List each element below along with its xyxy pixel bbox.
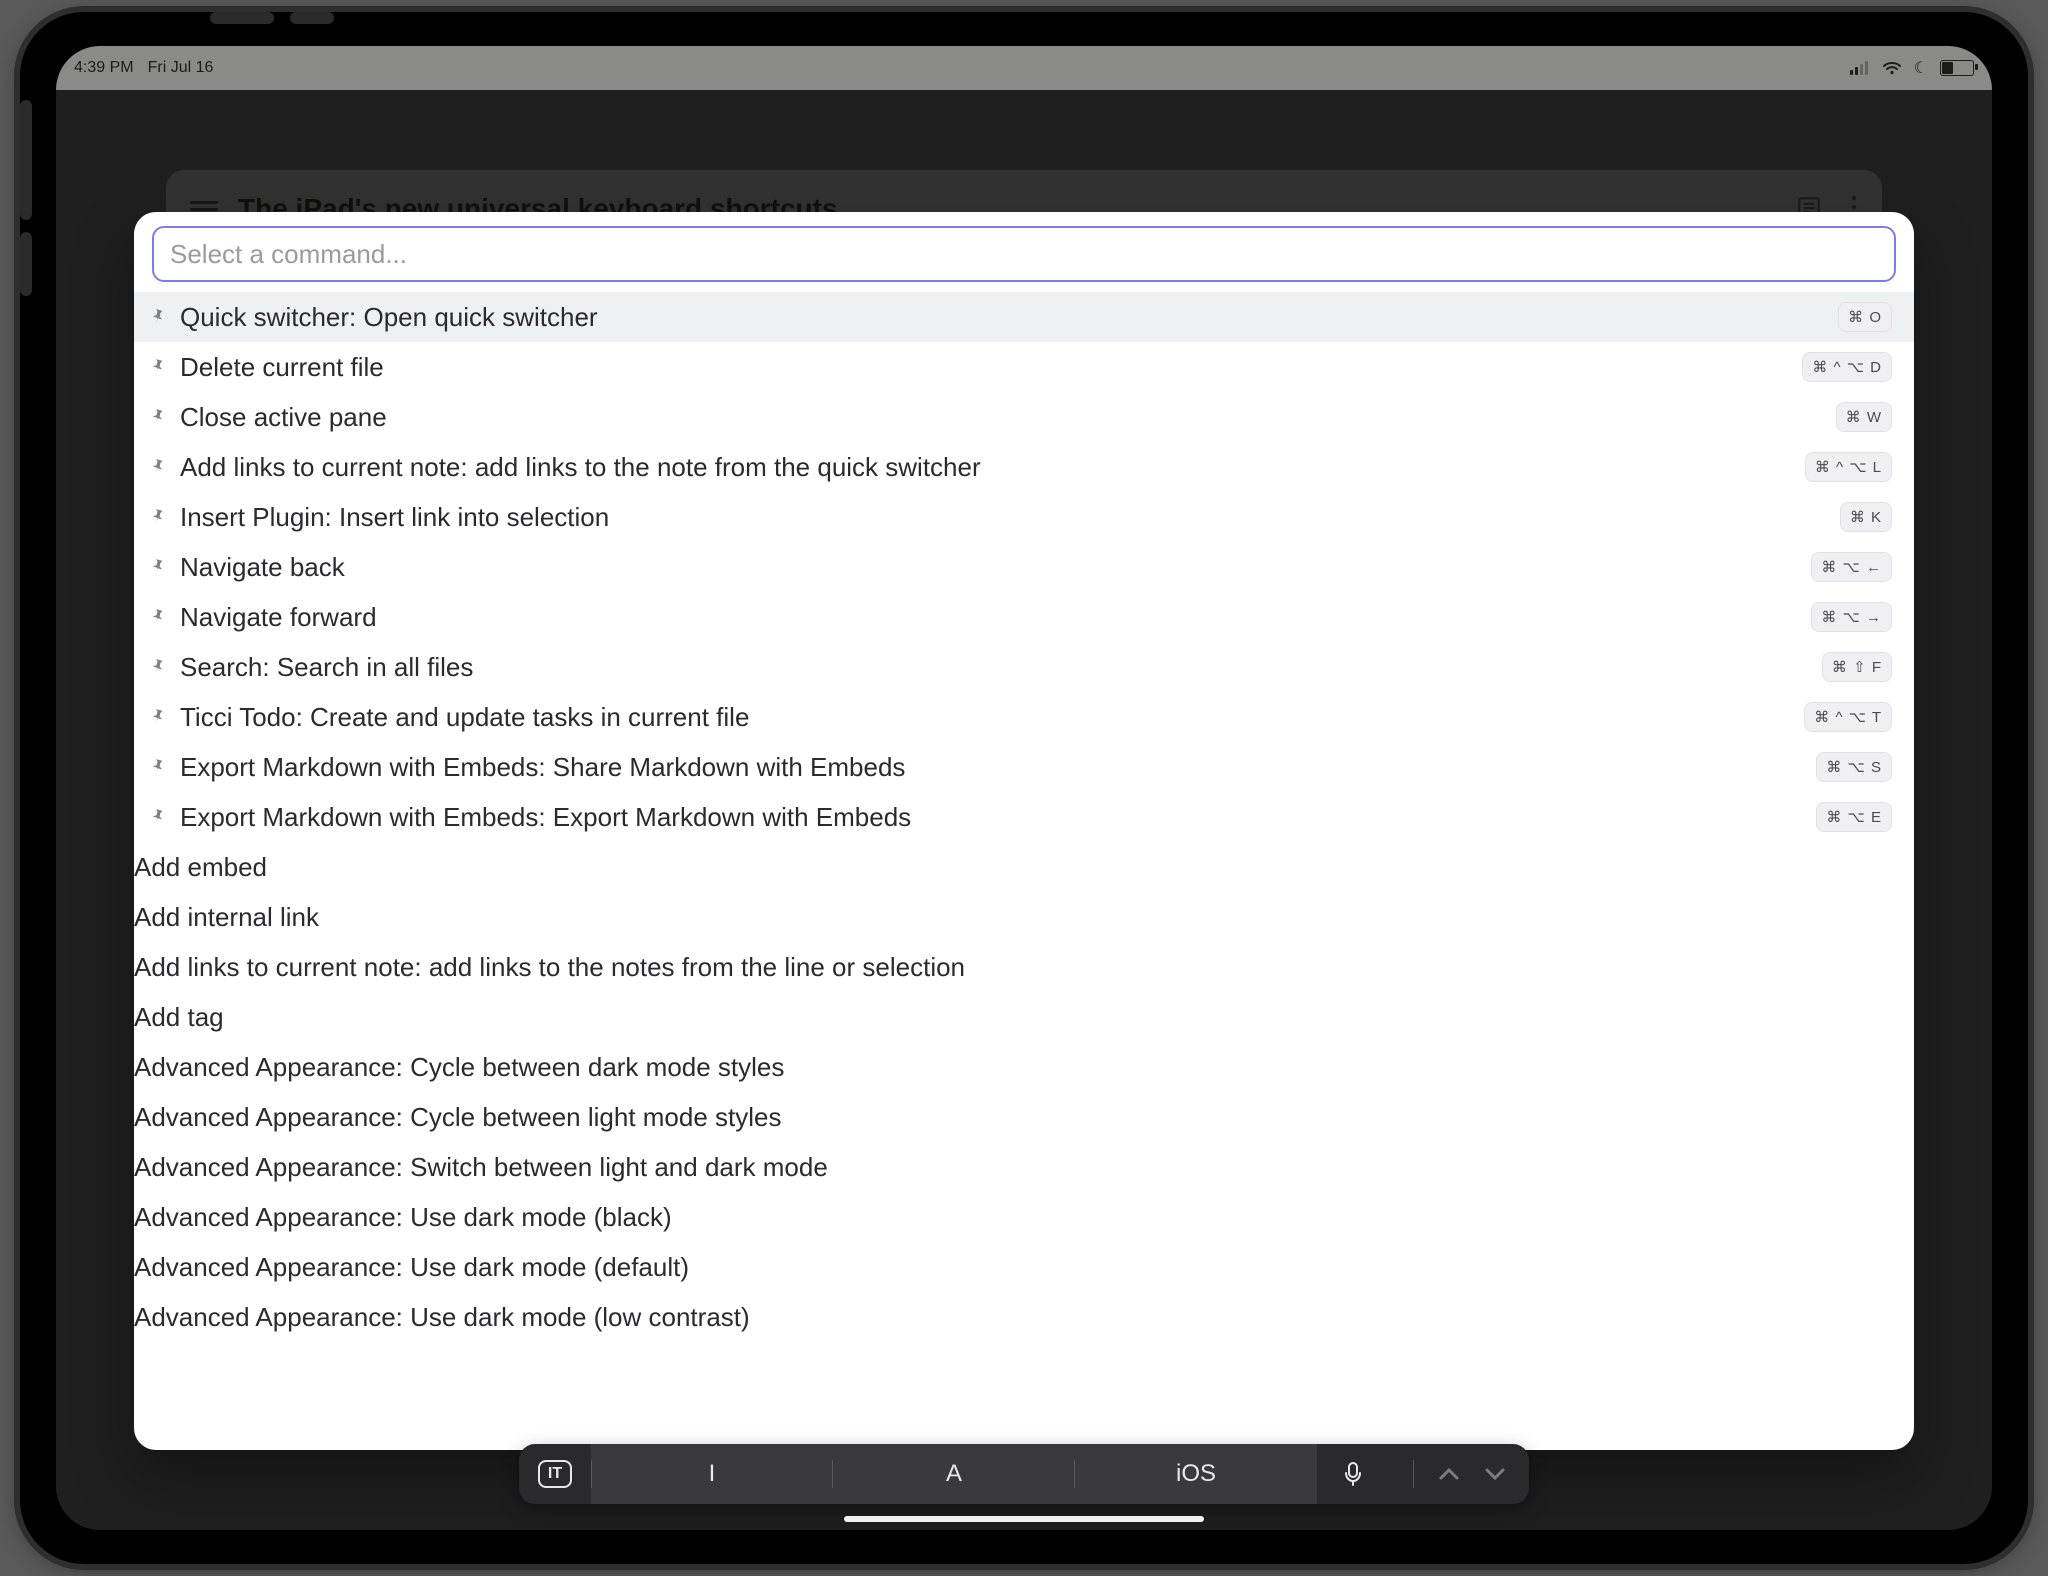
command-item-label: Advanced Appearance: Use dark mode (defa… bbox=[134, 1252, 689, 1283]
pin-icon bbox=[150, 657, 170, 678]
dictation-icon[interactable] bbox=[1317, 1461, 1389, 1487]
command-item-shortcut: ⌘ ⌥ S bbox=[1816, 752, 1892, 782]
command-item[interactable]: Search: Search in all files ⌘ ⇧ F bbox=[134, 642, 1914, 692]
command-item-label: Export Markdown with Embeds: Export Mark… bbox=[180, 802, 911, 833]
command-item-label: Advanced Appearance: Use dark mode (low … bbox=[134, 1302, 750, 1333]
command-item[interactable]: Add links to current note: add links to … bbox=[134, 942, 1914, 992]
command-item[interactable]: Add links to current note: add links to … bbox=[134, 442, 1914, 492]
command-item[interactable]: Add tag bbox=[134, 992, 1914, 1042]
command-item-shortcut: ⌘ ^ ⌥ T bbox=[1804, 702, 1892, 732]
command-item-label: Export Markdown with Embeds: Share Markd… bbox=[180, 752, 905, 783]
command-item-shortcut: ⌘ ^ ⌥ L bbox=[1805, 452, 1892, 482]
keyboard-suggestion[interactable]: A bbox=[833, 1444, 1075, 1504]
command-item[interactable]: Close active pane ⌘ W bbox=[134, 392, 1914, 442]
command-item[interactable]: Advanced Appearance: Use dark mode (defa… bbox=[134, 1242, 1914, 1292]
pin-icon bbox=[150, 757, 170, 778]
status-date: Fri Jul 16 bbox=[148, 59, 214, 77]
command-item-label: Advanced Appearance: Cycle between light… bbox=[134, 1102, 782, 1133]
command-item-label: Add links to current note: add links to … bbox=[180, 452, 981, 483]
command-item[interactable]: Delete current file ⌘ ^ ⌥ D bbox=[134, 342, 1914, 392]
pin-icon bbox=[150, 307, 170, 328]
command-item-label: Quick switcher: Open quick switcher bbox=[180, 302, 598, 333]
battery-icon bbox=[1940, 60, 1974, 76]
command-item-label: Insert Plugin: Insert link into selectio… bbox=[180, 502, 609, 533]
command-item-label: Search: Search in all files bbox=[180, 652, 473, 683]
status-bar: 4:39 PM Fri Jul 16 ☾ bbox=[56, 46, 1992, 90]
command-item-label: Add links to current note: add links to … bbox=[134, 952, 965, 983]
command-item-shortcut: ⌘ ⌥ ← bbox=[1811, 552, 1892, 582]
command-item-label: Ticci Todo: Create and update tasks in c… bbox=[180, 702, 749, 733]
command-item-shortcut: ⌘ ^ ⌥ D bbox=[1802, 352, 1892, 382]
command-item-label: Add internal link bbox=[134, 902, 319, 933]
command-item-label: Advanced Appearance: Use dark mode (blac… bbox=[134, 1202, 672, 1233]
command-item-shortcut: ⌘ ⌥ E bbox=[1816, 802, 1892, 832]
keyboard-language-button[interactable]: IT bbox=[519, 1460, 591, 1488]
pin-icon bbox=[150, 807, 170, 828]
command-item[interactable]: Advanced Appearance: Cycle between dark … bbox=[134, 1042, 1914, 1092]
command-item[interactable]: Navigate forward ⌘ ⌥ → bbox=[134, 592, 1914, 642]
cellular-signal-icon bbox=[1850, 61, 1870, 75]
keyboard-up-arrow-icon[interactable] bbox=[1438, 1460, 1460, 1488]
command-item[interactable]: Navigate back ⌘ ⌥ ← bbox=[134, 542, 1914, 592]
command-item-label: Close active pane bbox=[180, 402, 387, 433]
command-item-label: Navigate forward bbox=[180, 602, 377, 633]
keyboard-suggestion-bar: IT I A iOS bbox=[519, 1444, 1529, 1504]
pin-icon bbox=[150, 457, 170, 478]
pin-icon bbox=[150, 357, 170, 378]
pin-icon bbox=[150, 507, 170, 528]
command-item[interactable]: Quick switcher: Open quick switcher ⌘ O bbox=[134, 292, 1914, 342]
command-item[interactable]: Add embed bbox=[134, 842, 1914, 892]
command-item[interactable]: Advanced Appearance: Use dark mode (low … bbox=[134, 1292, 1914, 1342]
command-item-shortcut: ⌘ K bbox=[1840, 502, 1892, 532]
status-time: 4:39 PM bbox=[74, 59, 134, 77]
command-item-label: Navigate back bbox=[180, 552, 345, 583]
command-item[interactable]: Ticci Todo: Create and update tasks in c… bbox=[134, 692, 1914, 742]
pin-icon bbox=[150, 557, 170, 578]
command-item[interactable]: Advanced Appearance: Switch between ligh… bbox=[134, 1142, 1914, 1192]
keyboard-suggestion[interactable]: iOS bbox=[1075, 1444, 1317, 1504]
command-search-input[interactable] bbox=[152, 226, 1896, 282]
command-item[interactable]: Export Markdown with Embeds: Share Markd… bbox=[134, 742, 1914, 792]
command-item[interactable]: Insert Plugin: Insert link into selectio… bbox=[134, 492, 1914, 542]
command-item[interactable]: Advanced Appearance: Cycle between light… bbox=[134, 1092, 1914, 1142]
command-item[interactable]: Add internal link bbox=[134, 892, 1914, 942]
wifi-icon bbox=[1882, 61, 1902, 75]
do-not-disturb-icon: ☾ bbox=[1914, 58, 1928, 78]
pin-icon bbox=[150, 707, 170, 728]
pin-icon bbox=[150, 607, 170, 628]
command-item-label: Add embed bbox=[134, 852, 267, 883]
command-item-label: Advanced Appearance: Cycle between dark … bbox=[134, 1052, 784, 1083]
command-item-shortcut: ⌘ ⌥ → bbox=[1811, 602, 1892, 632]
command-item[interactable]: Export Markdown with Embeds: Export Mark… bbox=[134, 792, 1914, 842]
keyboard-down-arrow-icon[interactable] bbox=[1484, 1460, 1506, 1488]
pin-icon bbox=[150, 407, 170, 428]
command-item-label: Add tag bbox=[134, 1002, 224, 1033]
command-item-shortcut: ⌘ W bbox=[1836, 402, 1892, 432]
home-indicator[interactable] bbox=[844, 1516, 1204, 1522]
command-item-label: Advanced Appearance: Switch between ligh… bbox=[134, 1152, 828, 1183]
command-list[interactable]: Quick switcher: Open quick switcher ⌘ O De… bbox=[134, 292, 1914, 1450]
keyboard-suggestion[interactable]: I bbox=[591, 1444, 833, 1504]
command-item-shortcut: ⌘ O bbox=[1838, 302, 1892, 332]
command-item-shortcut: ⌘ ⇧ F bbox=[1822, 652, 1892, 682]
command-item[interactable]: Advanced Appearance: Use dark mode (blac… bbox=[134, 1192, 1914, 1242]
command-palette: Quick switcher: Open quick switcher ⌘ O De… bbox=[134, 212, 1914, 1450]
command-item-label: Delete current file bbox=[180, 352, 384, 383]
